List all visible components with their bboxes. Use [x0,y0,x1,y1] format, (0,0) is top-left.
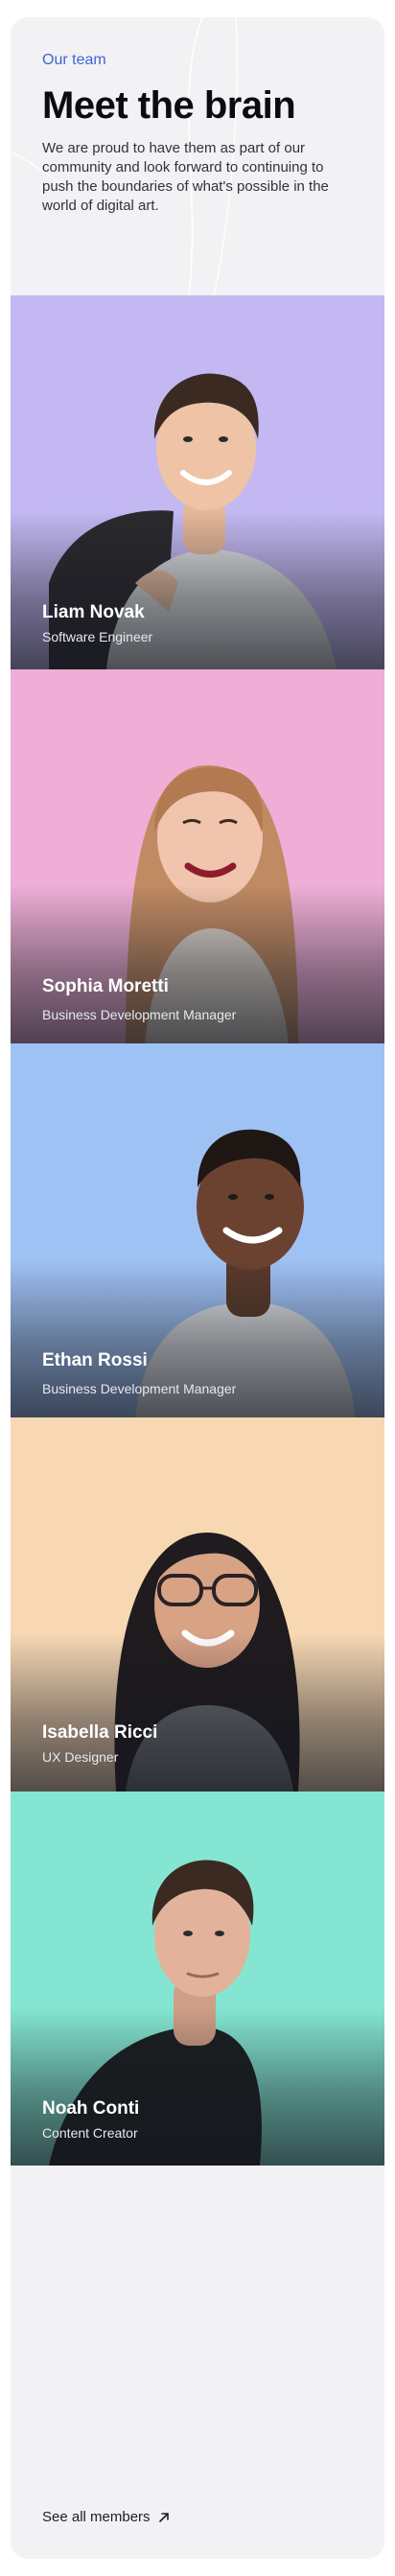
page-title: Meet the brain [42,84,296,127]
see-all-members-label: See all members [42,2509,151,2525]
member-role: Business Development Manager [42,1381,237,1396]
section-intro: We are proud to have them as part of our… [42,140,329,214]
member-name: Isabella Ricci [42,1722,158,1743]
member-name: Ethan Rossi [42,1350,148,1370]
team-section: Our team Meet the brain We are proud to … [11,17,384,2559]
member-role: Software Engineer [42,629,153,644]
team-member-card[interactable]: Ethan Rossi Business Development Manager [11,1043,384,1417]
member-role: Business Development Manager [42,1007,237,1022]
arrow-up-right-icon [158,2512,169,2522]
member-role: Content Creator [42,2125,138,2141]
section-eyebrow: Our team [42,52,106,68]
team-member-card[interactable]: Liam Novak Software Engineer [11,295,384,669]
image-overlay [11,1633,384,1791]
member-name: Liam Novak [42,602,145,622]
team-member-card[interactable]: Isabella Ricci UX Designer [11,1417,384,1791]
image-overlay [11,2007,384,2166]
member-name: Sophia Moretti [42,976,169,996]
team-member-card[interactable]: Sophia Moretti Business Development Mana… [11,669,384,1043]
team-member-card[interactable]: Noah Conti Content Creator [11,1791,384,2166]
see-all-members-link[interactable]: See all members [42,2509,170,2525]
member-name: Noah Conti [42,2098,140,2119]
image-overlay [11,511,384,669]
member-role: UX Designer [42,1749,119,1765]
